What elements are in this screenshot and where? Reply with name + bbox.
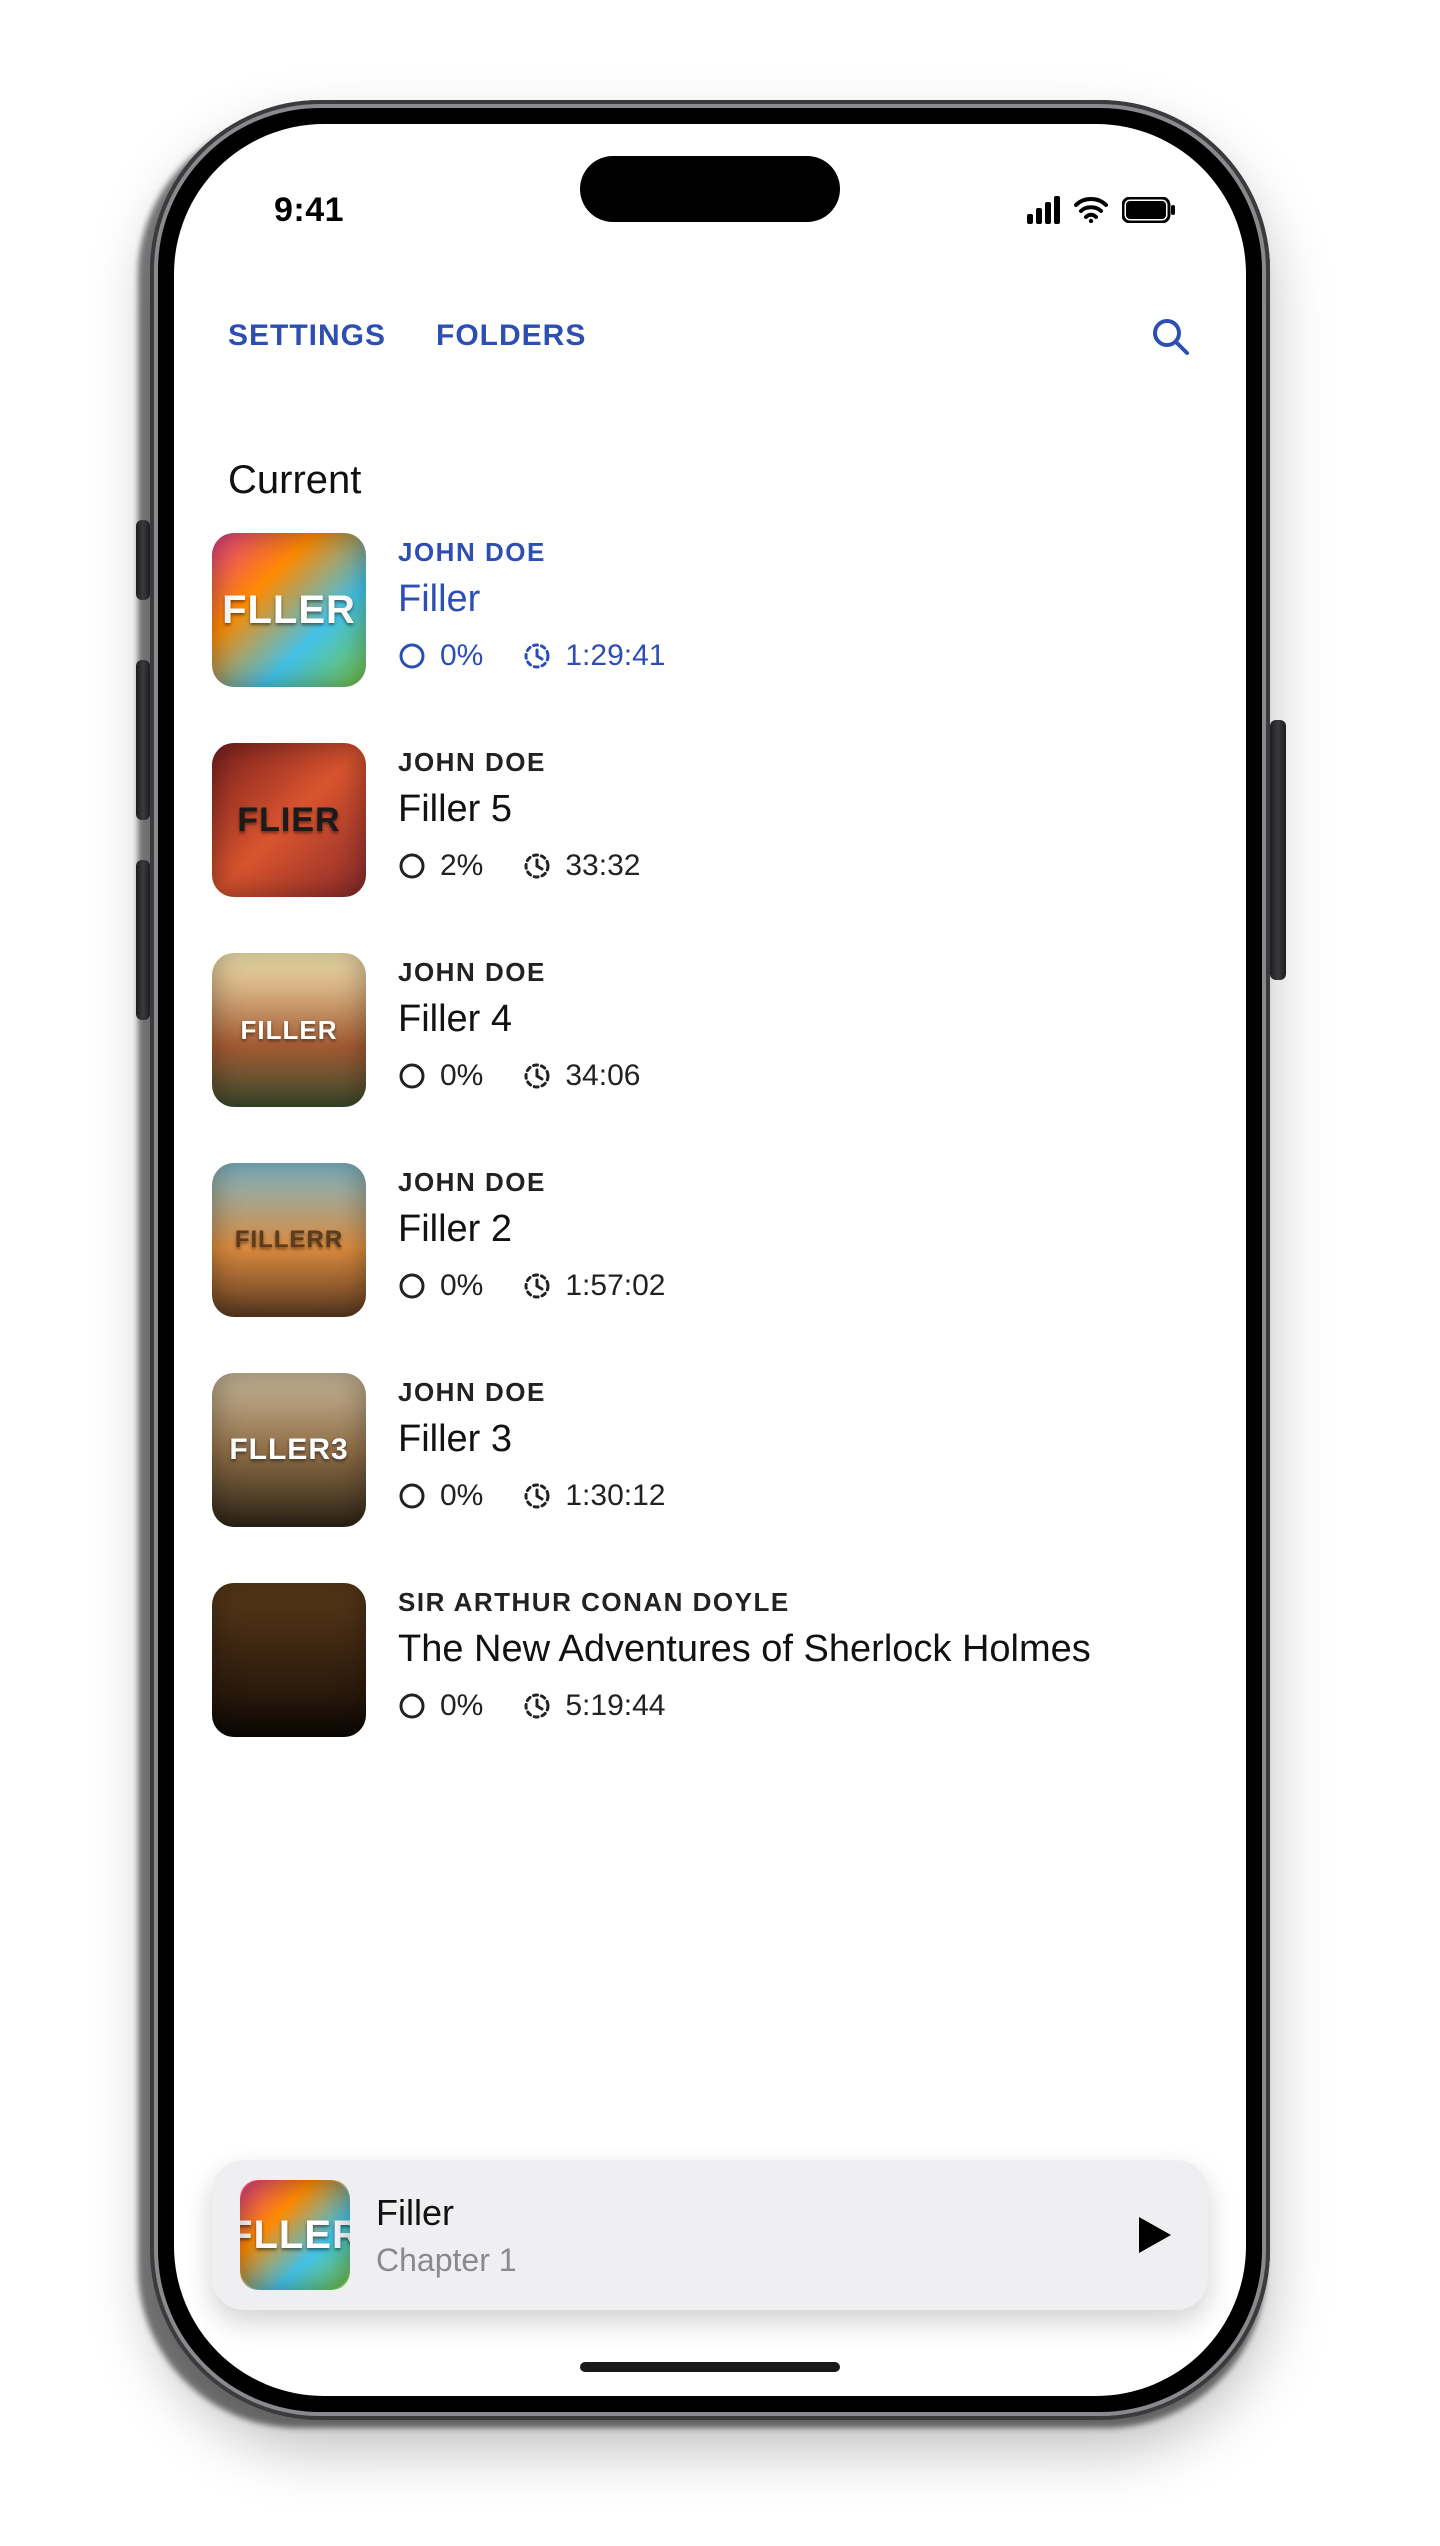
- settings-link[interactable]: SETTINGS: [228, 319, 386, 353]
- book-row[interactable]: FILLER JOHN DOE Filler 4 0% 34:06: [212, 953, 1208, 1107]
- book-author: JOHN DOE: [398, 537, 665, 568]
- book-meta: JOHN DOE Filler 5 2% 33:32: [398, 743, 640, 883]
- progress-value: 0%: [440, 1059, 483, 1093]
- progress-stat: 0%: [398, 1269, 483, 1303]
- book-stats: 0% 1:57:02: [398, 1269, 665, 1303]
- duration-stat: 5:19:44: [523, 1689, 665, 1723]
- book-cover: FLIER: [212, 743, 366, 897]
- book-list: FLLERJOHN DOEFiller0%1:29:41FLIERJOHN DO…: [174, 523, 1246, 1747]
- duration-stat: 34:06: [523, 1059, 640, 1093]
- book-title: Filler 2: [398, 1208, 665, 1251]
- book-cover: FLLER3: [212, 1373, 366, 1527]
- now-playing-cover: FLLER: [240, 2180, 350, 2290]
- progress-value: 0%: [440, 1269, 483, 1303]
- book-author: SIR ARTHUR CONAN DOYLE: [398, 1587, 1091, 1618]
- volume-up-button[interactable]: [136, 660, 150, 820]
- book-author: JOHN DOE: [398, 1377, 665, 1408]
- progress-stat: 0%: [398, 639, 483, 673]
- book-row[interactable]: FLIER JOHN DOE Filler 5 2% 33:32: [212, 743, 1208, 897]
- duration-stat: 1:57:02: [523, 1269, 665, 1303]
- dynamic-island: [580, 156, 840, 222]
- duration-stat: 1:30:12: [523, 1479, 665, 1513]
- progress-value: 0%: [440, 1689, 483, 1723]
- progress-stat: 0%: [398, 1479, 483, 1513]
- book-stats: 0% 1:29:41: [398, 639, 665, 673]
- top-nav: SETTINGS FOLDERS: [174, 274, 1246, 388]
- book-author: JOHN DOE: [398, 1167, 665, 1198]
- progress-value: 0%: [440, 639, 483, 673]
- now-playing-bar[interactable]: FLLER Filler Chapter 1: [212, 2160, 1208, 2310]
- duration-value: 34:06: [565, 1059, 640, 1093]
- book-meta: JOHN DOE Filler 4 0% 34:06: [398, 953, 640, 1093]
- duration-stat: 1:29:41: [523, 639, 665, 673]
- power-button[interactable]: [1270, 720, 1286, 980]
- search-button[interactable]: [1148, 314, 1192, 358]
- now-playing-title: Filler: [376, 2192, 1100, 2234]
- duration-value: 5:19:44: [565, 1689, 665, 1723]
- book-meta: JOHN DOE Filler 3 0% 1:30:12: [398, 1373, 665, 1513]
- play-icon: [1131, 2213, 1175, 2257]
- folders-link[interactable]: FOLDERS: [436, 319, 586, 353]
- book-title: Filler 5: [398, 788, 640, 831]
- duration-value: 33:32: [565, 849, 640, 883]
- book-meta: JOHN DOE Filler 2 0% 1:57:02: [398, 1163, 665, 1303]
- cellular-signal-icon: [1024, 196, 1060, 224]
- duration-value: 1:57:02: [565, 1269, 665, 1303]
- book-author: JOHN DOE: [398, 957, 640, 988]
- book-title: Filler 4: [398, 998, 640, 1041]
- book-cover: FILLER: [212, 953, 366, 1107]
- book-row[interactable]: FLLER3 JOHN DOE Filler 3 0% 1:30:12: [212, 1373, 1208, 1527]
- book-stats: 0% 34:06: [398, 1059, 640, 1093]
- book-cover: FILLERR: [212, 1163, 366, 1317]
- home-indicator[interactable]: [580, 2362, 840, 2372]
- book-stats: 0% 5:19:44: [398, 1689, 1091, 1723]
- book-row[interactable]: SIR ARTHUR CONAN DOYLE The New Adventures…: [212, 1583, 1208, 1737]
- mute-switch[interactable]: [136, 520, 150, 600]
- book-title: The New Adventures of Sherlock Holmes: [398, 1628, 1091, 1671]
- book-cover: [212, 1583, 366, 1737]
- wifi-icon: [1074, 197, 1108, 223]
- now-playing-subtitle: Chapter 1: [376, 2242, 1100, 2279]
- device-frame: 9:41: [150, 100, 1270, 2420]
- section-title: Current: [174, 388, 1246, 523]
- book-row[interactable]: FLLER JOHN DOE Filler 0% 1:29:41: [212, 533, 1208, 687]
- screen: 9:41: [174, 124, 1246, 2396]
- status-time: 9:41: [274, 191, 344, 230]
- book-cover: FLLER: [212, 533, 366, 687]
- battery-icon: [1122, 197, 1176, 223]
- progress-stat: 2%: [398, 849, 483, 883]
- book-meta: SIR ARTHUR CONAN DOYLE The New Adventures…: [398, 1583, 1091, 1723]
- progress-value: 0%: [440, 1479, 483, 1513]
- play-button[interactable]: [1126, 2208, 1180, 2262]
- duration-value: 1:29:41: [565, 639, 665, 673]
- duration-value: 1:30:12: [565, 1479, 665, 1513]
- book-meta: JOHN DOE Filler 0% 1:29:41: [398, 533, 665, 673]
- book-stats: 2% 33:32: [398, 849, 640, 883]
- book-stats: 0% 1:30:12: [398, 1479, 665, 1513]
- book-title: Filler 3: [398, 1418, 665, 1461]
- book-author: JOHN DOE: [398, 747, 640, 778]
- progress-value: 2%: [440, 849, 483, 883]
- volume-down-button[interactable]: [136, 860, 150, 1020]
- search-icon: [1150, 316, 1190, 356]
- book-row[interactable]: FILLERR JOHN DOE Filler 2 0% 1:57:02: [212, 1163, 1208, 1317]
- duration-stat: 33:32: [523, 849, 640, 883]
- progress-stat: 0%: [398, 1689, 483, 1723]
- book-title: Filler: [398, 578, 665, 621]
- progress-stat: 0%: [398, 1059, 483, 1093]
